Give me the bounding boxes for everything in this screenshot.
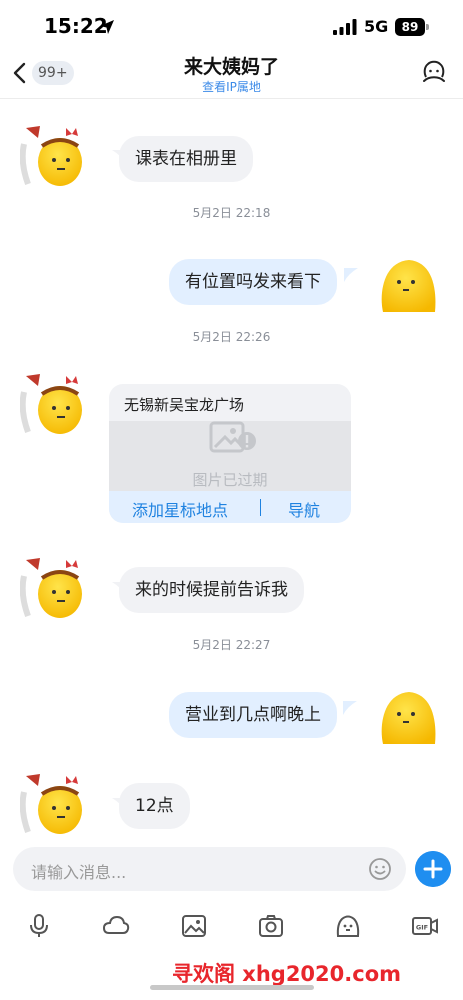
- timestamp: 5月2日 22:27: [192, 638, 271, 652]
- location-card[interactable]: 无锡新吴宝龙广场 图片已过期 添加星标地点 导航: [109, 384, 351, 523]
- page-title: 来大姨妈了: [183, 56, 279, 78]
- emoji-icon[interactable]: [368, 857, 392, 881]
- location-name: 无锡新吴宝龙广场: [124, 396, 245, 414]
- location-actions: 添加星标地点 导航: [109, 491, 351, 523]
- message-input[interactable]: 请输入消息...: [13, 847, 406, 891]
- home-indicator[interactable]: [150, 985, 314, 990]
- ip-location-link[interactable]: 查看IP属地: [0, 78, 463, 95]
- bubble-tail: [343, 701, 357, 715]
- add-star-location-button[interactable]: 添加星标地点: [132, 497, 228, 521]
- watermark: 寻欢阁 xhg2020.com: [171, 962, 402, 986]
- message-bubble-outgoing[interactable]: 营业到几点啊晚上: [169, 692, 337, 738]
- divider: [260, 499, 261, 516]
- message-bubble-outgoing[interactable]: 有位置吗发来看下: [169, 259, 337, 305]
- profile-icon[interactable]: [420, 58, 448, 86]
- mic-icon[interactable]: [25, 912, 53, 940]
- bubble-tail: [344, 268, 358, 282]
- image-icon[interactable]: [180, 912, 208, 940]
- network-label: 5G: [364, 17, 389, 36]
- input-toolbar: GIF: [0, 912, 463, 946]
- my-avatar[interactable]: [377, 686, 441, 750]
- my-avatar[interactable]: [377, 254, 441, 318]
- battery-tip: [426, 24, 429, 30]
- battery-level: 89: [395, 18, 425, 36]
- plus-button[interactable]: [415, 851, 451, 887]
- status-bar: 15:22 5G 89: [0, 0, 463, 52]
- timestamp: 5月2日 22:26: [192, 330, 271, 344]
- location-map-preview[interactable]: 图片已过期: [109, 421, 351, 491]
- message-bubble-incoming[interactable]: 来的时候提前告诉我: [119, 567, 304, 613]
- contact-avatar[interactable]: [20, 122, 84, 186]
- emoji-icon[interactable]: [334, 912, 362, 940]
- contact-avatar[interactable]: [20, 554, 84, 618]
- svg-text:GIF: GIF: [416, 924, 428, 932]
- cloud-icon[interactable]: [102, 912, 130, 940]
- battery-icon: 89: [395, 18, 429, 36]
- contact-avatar[interactable]: [20, 370, 84, 434]
- image-expired-icon: [209, 421, 256, 453]
- input-placeholder: 请输入消息...: [31, 863, 127, 882]
- signal-icon: [333, 19, 357, 35]
- camera-icon[interactable]: [257, 912, 285, 940]
- message-bubble-incoming[interactable]: 12点: [119, 783, 190, 829]
- timestamp: 5月2日 22:18: [192, 206, 271, 220]
- gif-icon[interactable]: GIF: [411, 912, 439, 940]
- nav-bar: 99+ 来大姨妈了 查看IP属地: [0, 52, 463, 99]
- location-arrow-icon: [100, 20, 114, 34]
- image-expired-text: 图片已过期: [192, 471, 268, 489]
- message-bubble-incoming[interactable]: 课表在相册里: [119, 136, 253, 182]
- navigate-button[interactable]: 导航: [288, 497, 320, 521]
- contact-avatar[interactable]: [20, 770, 84, 834]
